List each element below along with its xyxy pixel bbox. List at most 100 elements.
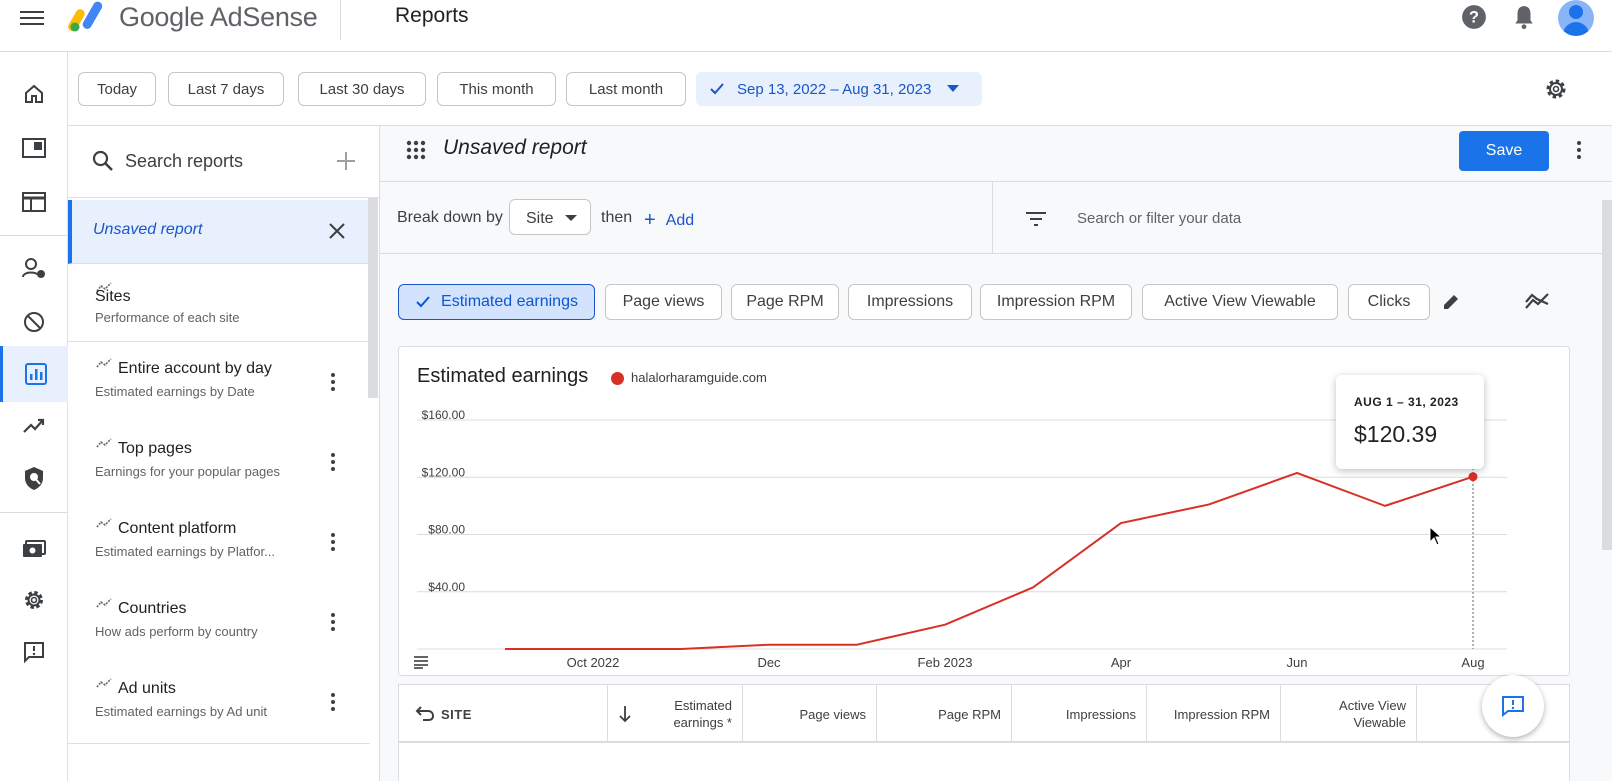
home-icon[interactable] bbox=[0, 68, 68, 120]
more-vert-icon[interactable] bbox=[330, 612, 336, 632]
date-range-selector[interactable]: Sep 13, 2022 – Aug 31, 2023 bbox=[696, 72, 982, 106]
report-subtitle: Earnings for your popular pages bbox=[95, 464, 281, 479]
optimization-icon[interactable] bbox=[0, 400, 68, 452]
metric-chip-impression-rpm[interactable]: Impression RPM bbox=[980, 284, 1132, 320]
y-tick-label: $80.00 bbox=[428, 523, 465, 537]
date-preset-last-7-days[interactable]: Last 7 days bbox=[168, 72, 284, 106]
more-vert-icon[interactable] bbox=[330, 372, 336, 392]
filter-input[interactable]: Search or filter your data bbox=[1077, 210, 1241, 227]
report-sparkline-icon bbox=[96, 598, 112, 608]
table-view-icon[interactable] bbox=[413, 655, 429, 669]
notifications-icon[interactable] bbox=[1511, 4, 1537, 30]
report-subtitle: Estimated earnings by Platfor... bbox=[95, 544, 275, 559]
ads-icon[interactable] bbox=[0, 122, 68, 174]
payments-icon[interactable] bbox=[0, 522, 68, 574]
reports-icon[interactable] bbox=[0, 346, 68, 402]
report-main: Unsaved report Save Break down by Site t… bbox=[380, 126, 1612, 781]
adsense-logo-icon bbox=[68, 1, 103, 32]
feedback-icon bbox=[1502, 696, 1524, 717]
report-sparkline-icon bbox=[96, 518, 112, 528]
x-tick-label: Dec bbox=[757, 655, 781, 670]
metric-chip-clicks[interactable]: Clicks bbox=[1348, 284, 1430, 320]
more-vert-icon[interactable] bbox=[1576, 140, 1582, 160]
reports-scrollbar[interactable] bbox=[368, 198, 378, 398]
reports-panel: Search reports Unsaved report Sites Perf… bbox=[68, 126, 380, 781]
y-tick-label: $160.00 bbox=[422, 408, 466, 422]
y-tick-label: $40.00 bbox=[428, 580, 465, 594]
table-row[interactable] bbox=[398, 742, 1570, 781]
report-name[interactable]: Unsaved report bbox=[443, 136, 587, 160]
add-breakdown-label: Add bbox=[665, 212, 695, 229]
apps-grid-icon[interactable] bbox=[406, 140, 426, 160]
more-vert-icon[interactable] bbox=[330, 692, 336, 712]
date-preset-last-month[interactable]: Last month bbox=[566, 72, 686, 106]
app-name: Google AdSense bbox=[119, 2, 318, 32]
report-header: Unsaved report Save bbox=[380, 126, 1612, 182]
more-vert-icon[interactable] bbox=[330, 532, 336, 552]
metric-chip-active-view-viewable[interactable]: Active View Viewable bbox=[1142, 284, 1338, 320]
column-header-impression-rpm[interactable]: Impression RPM bbox=[1147, 685, 1281, 743]
search-input[interactable]: Search reports bbox=[125, 151, 243, 172]
column-header-label: Estimated earnings * bbox=[673, 698, 732, 730]
feedback-button[interactable] bbox=[1482, 675, 1544, 737]
date-preset-this-month[interactable]: This month bbox=[437, 72, 556, 106]
breakdown-dropdown[interactable]: Site bbox=[509, 199, 591, 235]
tooltip-value: $120.39 bbox=[1354, 421, 1438, 447]
menu-icon[interactable] bbox=[20, 8, 44, 26]
report-title: Entire account by day bbox=[118, 360, 272, 377]
privacy-messaging-icon[interactable] bbox=[0, 242, 68, 294]
column-header-estimated-earnings[interactable]: Estimated earnings * bbox=[608, 685, 743, 743]
metric-chip-page-views[interactable]: Page views bbox=[605, 284, 722, 320]
x-tick-label: Oct 2022 bbox=[567, 655, 620, 670]
column-header-active-view-viewable[interactable]: Active View Viewable bbox=[1281, 685, 1417, 743]
chevron-down-icon bbox=[947, 85, 960, 92]
then-label: then bbox=[601, 209, 633, 226]
report-item-entire-account-by-day[interactable]: Entire account by day Estimated earnings… bbox=[68, 342, 370, 424]
report-item-top-pages[interactable]: Top pages Earnings for your popular page… bbox=[68, 422, 370, 504]
nav-divider bbox=[0, 235, 68, 236]
report-subtitle: Estimated earnings by Date bbox=[95, 384, 255, 399]
date-range-label: Sep 13, 2022 – Aug 31, 2023 bbox=[737, 80, 932, 98]
filter-icon bbox=[1026, 212, 1046, 226]
sites-icon[interactable] bbox=[0, 176, 68, 228]
x-tick-label: Apr bbox=[1111, 655, 1132, 670]
report-item-ad-units[interactable]: Ad units Estimated earnings by Ad unit bbox=[68, 662, 370, 744]
save-button[interactable]: Save bbox=[1459, 131, 1549, 171]
metric-chip-impressions[interactable]: Impressions bbox=[848, 284, 972, 320]
add-breakdown-button[interactable]: + Add bbox=[644, 208, 694, 231]
report-item-content-platform[interactable]: Content platform Estimated earnings by P… bbox=[68, 502, 370, 584]
column-header-impressions[interactable]: Impressions bbox=[1012, 685, 1147, 743]
settings-icon[interactable] bbox=[0, 574, 68, 626]
more-vert-icon[interactable] bbox=[330, 452, 336, 472]
edit-metrics-icon[interactable] bbox=[1441, 292, 1461, 312]
metric-chip-estimated-earnings[interactable]: Estimated earnings bbox=[398, 284, 595, 320]
report-item-unsaved[interactable]: Unsaved report bbox=[68, 200, 370, 264]
breakdown-label: Break down by bbox=[397, 209, 503, 226]
main-scrollbar[interactable] bbox=[1602, 200, 1612, 550]
metric-chip-page-rpm[interactable]: Page RPM bbox=[731, 284, 839, 320]
search-icon bbox=[92, 150, 113, 171]
report-item-countries[interactable]: Countries How ads perform by country bbox=[68, 582, 370, 664]
policy-center-icon[interactable] bbox=[0, 452, 68, 504]
date-preset-last-30-days[interactable]: Last 30 days bbox=[298, 72, 426, 106]
breakdown-value: Site bbox=[526, 210, 554, 227]
column-header-page-rpm[interactable]: Page RPM bbox=[877, 685, 1012, 743]
help-icon[interactable]: ? bbox=[1461, 4, 1487, 30]
add-report-icon[interactable] bbox=[336, 151, 356, 171]
report-title: Top pages bbox=[118, 440, 192, 457]
report-item-sites[interactable]: Sites Performance of each site bbox=[68, 266, 370, 342]
date-range-bar: Today Last 7 days Last 30 days This mont… bbox=[68, 52, 1612, 126]
column-header-page-views[interactable]: Page views bbox=[743, 685, 877, 743]
report-sparkline-icon bbox=[96, 678, 112, 688]
settings-icon[interactable] bbox=[1544, 77, 1568, 101]
report-search[interactable]: Search reports bbox=[68, 126, 379, 198]
account-avatar[interactable] bbox=[1558, 0, 1594, 36]
close-icon[interactable] bbox=[328, 222, 346, 240]
date-preset-today[interactable]: Today bbox=[78, 72, 156, 106]
feedback-icon[interactable] bbox=[0, 626, 68, 678]
y-tick-label: $120.00 bbox=[422, 465, 466, 479]
column-header-site[interactable]: SITE bbox=[399, 685, 608, 743]
header-divider bbox=[340, 0, 341, 40]
chart-type-icon[interactable] bbox=[1525, 292, 1549, 310]
blocking-controls-icon[interactable] bbox=[0, 296, 68, 348]
